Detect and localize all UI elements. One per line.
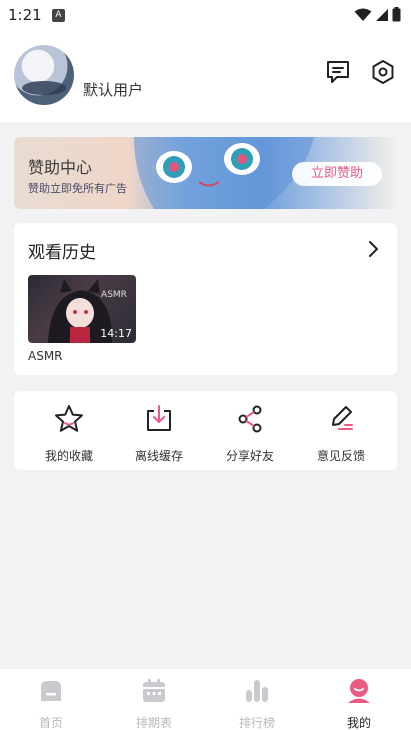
nav-home-label: 首页 [38, 716, 63, 730]
wifi-icon [354, 8, 372, 21]
status-indicators [354, 7, 401, 22]
quick-actions-card: 我的收藏 离线缓存 分享好友 意见反馈 [14, 391, 397, 470]
video-thumbnail: ASMR 14:17 [28, 275, 136, 343]
share-button[interactable]: 分享好友 [214, 403, 286, 464]
bottom-navigation: 首页 排期表 排行榜 我的 [0, 668, 411, 730]
nav-home[interactable]: 首页 [21, 677, 81, 730]
watch-history-card: 观看历史 ASMR 14:17 ASMR [14, 223, 397, 375]
favorites-label: 我的收藏 [44, 449, 93, 463]
offline-cache-button[interactable]: 离线缓存 [123, 403, 195, 464]
chevron-right-icon[interactable] [363, 239, 383, 259]
share-icon [238, 405, 262, 433]
video-title: ASMR [28, 349, 63, 363]
user-icon [348, 679, 370, 703]
avatar[interactable] [14, 45, 74, 105]
sponsor-button[interactable]: 立即赞助 [292, 162, 382, 186]
status-time: 1:21 [8, 6, 42, 24]
feedback-button[interactable]: 意见反馈 [305, 403, 377, 464]
banner-subtitle: 赞助立即免所有广告 [28, 182, 127, 195]
ranking-icon [246, 680, 268, 702]
nav-ranking-label: 排行榜 [238, 716, 275, 730]
nav-ranking[interactable]: 排行榜 [227, 677, 287, 730]
settings-button[interactable] [369, 58, 397, 86]
home-icon [41, 681, 61, 701]
edit-icon [332, 406, 353, 430]
status-bar: 1:21 A [0, 0, 411, 30]
download-icon [147, 405, 171, 431]
video-duration: 14:17 [100, 327, 132, 340]
signal-icon [376, 8, 388, 21]
share-label: 分享好友 [225, 449, 274, 463]
nav-mine-label: 我的 [346, 716, 371, 730]
thumbnail-text: ASMR [101, 290, 127, 300]
battery-icon [392, 7, 401, 22]
nav-mine[interactable]: 我的 [329, 677, 389, 730]
star-icon [55, 405, 83, 432]
calendar-icon [143, 679, 165, 702]
history-title: 观看历史 [28, 243, 96, 263]
app-notification-icon: A [52, 9, 65, 22]
nav-schedule[interactable]: 排期表 [124, 677, 184, 730]
user-name[interactable]: 默认用户 [83, 79, 143, 100]
message-icon [327, 61, 349, 83]
offline-cache-label: 离线缓存 [134, 449, 183, 463]
banner-title: 赞助中心 [28, 158, 93, 177]
favorites-button[interactable]: 我的收藏 [33, 403, 105, 464]
nav-schedule-label: 排期表 [135, 716, 172, 730]
messages-button[interactable] [324, 58, 352, 86]
profile-header: 默认用户 [0, 30, 411, 122]
history-item[interactable]: ASMR 14:17 ASMR [28, 275, 136, 363]
feedback-label: 意见反馈 [316, 449, 365, 463]
settings-icon [372, 60, 394, 84]
